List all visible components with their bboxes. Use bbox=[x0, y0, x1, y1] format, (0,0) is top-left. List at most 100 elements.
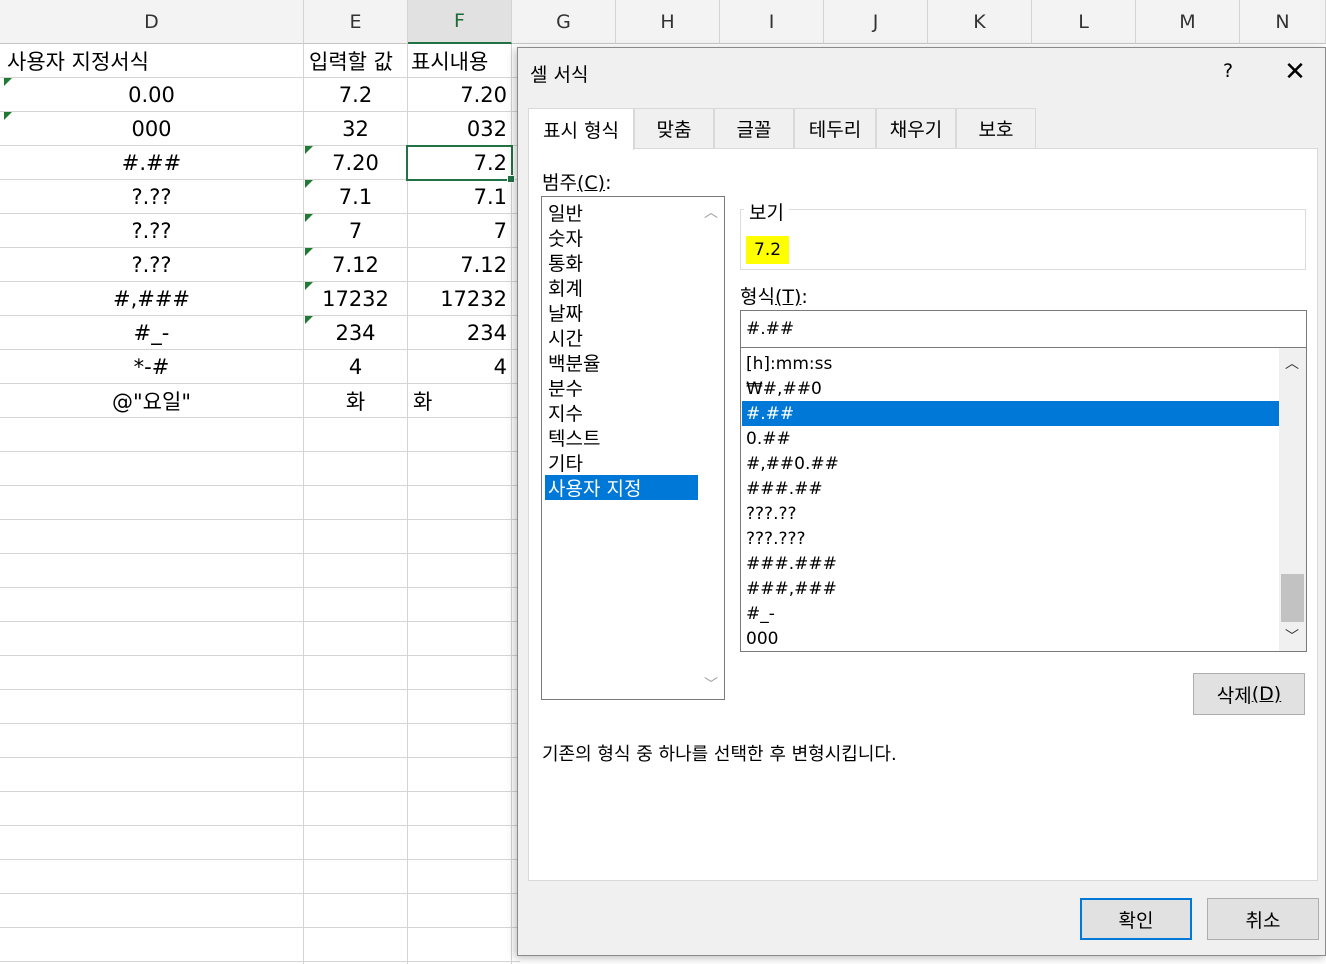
cancel-button[interactable]: 취소 bbox=[1207, 898, 1319, 940]
category-item[interactable]: 텍스트 bbox=[545, 425, 698, 450]
cell-format[interactable]: @"요일" bbox=[0, 384, 303, 418]
cell-input[interactable]: 32 bbox=[304, 112, 407, 146]
category-scrollbar[interactable]: ︿ ﹀ bbox=[698, 197, 724, 699]
category-item-custom[interactable]: 사용자 지정 bbox=[545, 475, 698, 500]
format-item[interactable]: ###.### bbox=[742, 551, 1279, 576]
format-listbox[interactable]: [h]:mm:ss ₩#,##0 #.## 0.## #,##0.## ###.… bbox=[740, 347, 1307, 652]
grid-line bbox=[0, 927, 520, 928]
cell-format[interactable]: #,### bbox=[0, 282, 303, 316]
cell-format[interactable]: *-# bbox=[0, 350, 303, 384]
cell-format[interactable]: ?.?? bbox=[0, 214, 303, 248]
tab-font[interactable]: 글꼴 bbox=[714, 108, 794, 148]
column-header-g[interactable]: G bbox=[512, 0, 616, 44]
tab-protection[interactable]: 보호 bbox=[956, 108, 1036, 148]
cell-display[interactable]: 7.20 bbox=[408, 78, 511, 112]
cell-input[interactable]: 4 bbox=[304, 350, 407, 384]
cell-input[interactable]: 화 bbox=[304, 384, 407, 418]
format-item[interactable]: 0.## bbox=[742, 426, 1279, 451]
scroll-down-icon[interactable]: ﹀ bbox=[698, 671, 724, 697]
grid-line bbox=[0, 485, 520, 486]
cell-input[interactable]: 7.1 bbox=[304, 180, 407, 214]
column-header-e[interactable]: E bbox=[304, 0, 408, 44]
header-cell-custom-format[interactable]: 사용자 지정서식 bbox=[2, 44, 302, 78]
cell-display[interactable]: 234 bbox=[408, 316, 511, 350]
cell-display[interactable]: 7 bbox=[408, 214, 511, 248]
column-header-h[interactable]: H bbox=[616, 0, 720, 44]
grid-line bbox=[0, 451, 520, 452]
format-item[interactable]: #_- bbox=[742, 601, 1279, 626]
format-item[interactable]: 000 bbox=[742, 626, 1279, 651]
grid-line bbox=[0, 587, 520, 588]
format-item[interactable]: ???.??? bbox=[742, 526, 1279, 551]
scrollbar-thumb[interactable] bbox=[1281, 574, 1304, 622]
cell-input[interactable]: 7.2 bbox=[304, 78, 407, 112]
category-item[interactable]: 분수 bbox=[545, 375, 698, 400]
column-header-j[interactable]: J bbox=[824, 0, 928, 44]
close-button[interactable]: ✕ bbox=[1281, 58, 1309, 86]
cell-input[interactable]: 7 bbox=[304, 214, 407, 248]
scroll-up-icon[interactable]: ︿ bbox=[1279, 350, 1305, 376]
cell-display[interactable]: 화 bbox=[408, 384, 511, 418]
format-item[interactable]: [h]:mm:ss bbox=[742, 351, 1279, 376]
cell-format[interactable]: #_- bbox=[0, 316, 303, 350]
tab-border[interactable]: 테두리 bbox=[794, 108, 876, 148]
category-item[interactable]: 지수 bbox=[545, 400, 698, 425]
tab-fill[interactable]: 채우기 bbox=[876, 108, 956, 148]
error-indicator-icon bbox=[305, 248, 313, 256]
format-scrollbar[interactable]: ︿ ﹀ bbox=[1279, 348, 1306, 651]
cell-display[interactable]: 17232 bbox=[408, 282, 511, 316]
category-item[interactable]: 일반 bbox=[545, 200, 698, 225]
cell-format[interactable]: #.## bbox=[0, 146, 303, 180]
category-item[interactable]: 회계 bbox=[545, 275, 698, 300]
cell-input[interactable]: 17232 bbox=[304, 282, 407, 316]
column-header-l[interactable]: L bbox=[1032, 0, 1136, 44]
scroll-up-icon[interactable]: ︿ bbox=[698, 199, 724, 225]
cell-input[interactable]: 234 bbox=[304, 316, 407, 350]
category-listbox[interactable]: 일반 숫자 통화 회계 날짜 시간 백분율 분수 지수 텍스트 기타 사용자 지… bbox=[541, 196, 725, 700]
category-item[interactable]: 통화 bbox=[545, 250, 698, 275]
column-header-n[interactable]: N bbox=[1240, 0, 1326, 44]
format-input[interactable]: #.## bbox=[740, 310, 1307, 348]
header-cell-display[interactable]: 표시내용 bbox=[407, 44, 511, 78]
cell-display[interactable]: 7.1 bbox=[408, 180, 511, 214]
column-header-k[interactable]: K bbox=[928, 0, 1032, 44]
tab-alignment[interactable]: 맞춤 bbox=[634, 108, 714, 148]
column-header-d[interactable]: D bbox=[0, 0, 304, 44]
scroll-down-icon[interactable]: ﹀ bbox=[1279, 623, 1305, 649]
header-cell-input-value[interactable]: 입력할 값 bbox=[304, 44, 407, 78]
active-cell-selection[interactable] bbox=[406, 145, 515, 183]
grid-line bbox=[0, 757, 520, 758]
category-item[interactable]: 백분율 bbox=[545, 350, 698, 375]
tab-number[interactable]: 표시 형식 bbox=[528, 108, 634, 150]
column-header-m[interactable]: M bbox=[1136, 0, 1240, 44]
cell-input[interactable]: 7.12 bbox=[304, 248, 407, 282]
cell-display[interactable]: 032 bbox=[408, 112, 511, 146]
cell-display[interactable]: 4 bbox=[408, 350, 511, 384]
format-item[interactable]: ###,### bbox=[742, 576, 1279, 601]
cell-format[interactable]: ?.?? bbox=[0, 248, 303, 282]
error-indicator-icon bbox=[4, 112, 12, 120]
grid-line bbox=[0, 961, 520, 962]
format-item[interactable]: #,##0.## bbox=[742, 451, 1279, 476]
delete-button[interactable]: 삭제 (D) bbox=[1193, 673, 1305, 715]
category-label: 범주(C): bbox=[542, 172, 612, 194]
cell-display[interactable]: 7.12 bbox=[408, 248, 511, 282]
column-header-f[interactable]: F bbox=[408, 0, 512, 44]
cell-format[interactable]: 000 bbox=[0, 112, 303, 146]
format-item[interactable]: ₩#,##0 bbox=[742, 376, 1279, 401]
help-button[interactable]: ? bbox=[1218, 60, 1238, 86]
cell-format[interactable]: 0.00 bbox=[0, 78, 303, 112]
format-item[interactable]: ###.## bbox=[742, 476, 1279, 501]
category-item[interactable]: 시간 bbox=[545, 325, 698, 350]
category-item[interactable]: 날짜 bbox=[545, 300, 698, 325]
format-item[interactable]: ???.?? bbox=[742, 501, 1279, 526]
category-item[interactable]: 기타 bbox=[545, 450, 698, 475]
category-item[interactable]: 숫자 bbox=[545, 225, 698, 250]
column-header-i[interactable]: I bbox=[720, 0, 824, 44]
cell-input[interactable]: 7.20 bbox=[304, 146, 407, 180]
cell-format[interactable]: ?.?? bbox=[0, 180, 303, 214]
grid-line bbox=[0, 621, 520, 622]
preview-value: 7.2 bbox=[746, 236, 790, 264]
format-item-selected[interactable]: #.## bbox=[742, 401, 1279, 426]
ok-button[interactable]: 확인 bbox=[1080, 898, 1192, 940]
